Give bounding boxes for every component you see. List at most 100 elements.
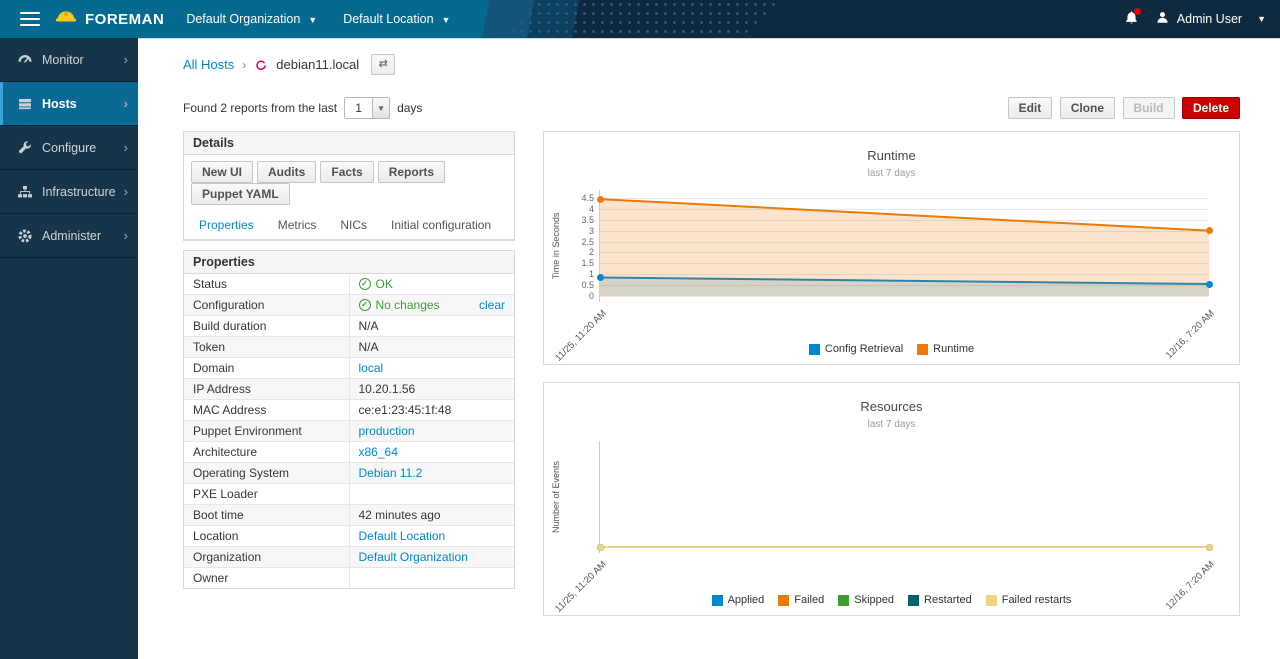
chart-title: Resources — [544, 399, 1239, 414]
legend-item[interactable]: Config Retrieval — [809, 343, 903, 355]
location-dropdown[interactable]: Default Location▼ — [343, 12, 450, 26]
property-row: Owner — [184, 568, 514, 589]
host-switcher-button[interactable]: ⇄ — [371, 54, 395, 75]
tab-metrics[interactable]: Metrics — [267, 211, 328, 239]
resources-chart: Resources last 7 days Number of Events 1… — [543, 382, 1240, 616]
hardhat-icon — [54, 8, 78, 30]
sidebar-item-label: Monitor — [42, 53, 84, 67]
organization-dropdown[interactable]: Default Organization▼ — [186, 12, 317, 26]
sidebar-item-configure[interactable]: Configure› — [0, 126, 138, 170]
reports-button[interactable]: Reports — [378, 161, 445, 183]
tab-properties[interactable]: Properties — [188, 211, 265, 239]
delete-button[interactable]: Delete — [1182, 97, 1240, 119]
property-row: IP Address10.20.1.56 — [184, 379, 514, 400]
audits-button[interactable]: Audits — [257, 161, 316, 183]
property-value: Debian 11.2 — [349, 463, 514, 484]
property-link[interactable]: local — [359, 361, 384, 375]
property-label: Organization — [184, 547, 349, 568]
chevron-right-icon: › — [124, 228, 128, 243]
y-tick-label: 4.5 — [581, 193, 594, 203]
breadcrumb-separator: › — [242, 58, 246, 72]
user-icon — [1155, 10, 1170, 28]
details-buttons: New UIAuditsFactsReports Puppet YAML — [184, 155, 514, 211]
top-navbar: FOREMAN Default Organization▼ Default Lo… — [0, 0, 1280, 38]
user-menu[interactable]: Admin User ▼ — [1155, 10, 1266, 28]
properties-table-body: Status✓OKConfiguration✓No changesclearBu… — [184, 274, 514, 588]
menu-toggle-icon[interactable] — [20, 8, 40, 30]
property-row: Configuration✓No changesclear — [184, 295, 514, 316]
sidebar-item-hosts[interactable]: Hosts› — [0, 82, 138, 126]
property-value: x86_64 — [349, 442, 514, 463]
check-circle-icon: ✓ — [359, 299, 371, 311]
sidebar-item-infrastructure[interactable]: Infrastructure› — [0, 170, 138, 214]
clone-button[interactable]: Clone — [1060, 97, 1115, 119]
property-link[interactable]: Default Location — [359, 529, 446, 543]
tab-initial-configuration[interactable]: Initial configuration — [380, 211, 502, 239]
legend-item[interactable]: Failed restarts — [986, 594, 1072, 606]
tab-nics[interactable]: NICs — [329, 211, 378, 239]
property-value: ce:e1:23:45:1f:48 — [349, 400, 514, 421]
property-row: LocationDefault Location — [184, 526, 514, 547]
x-tick-label: 11/25, 11:20 AM — [553, 308, 609, 364]
property-link[interactable]: Default Organization — [359, 550, 468, 564]
property-label: Build duration — [184, 316, 349, 337]
clear-link[interactable]: clear — [479, 298, 505, 312]
caret-down-icon: ▼ — [442, 15, 451, 25]
chart-subtitle: last 7 days — [544, 168, 1239, 179]
legend-item[interactable]: Restarted — [908, 594, 972, 606]
foreman-logo[interactable]: FOREMAN — [54, 8, 164, 30]
x-tick-label: 11/25, 11:20 AM — [553, 559, 609, 615]
property-label: Puppet Environment — [184, 421, 349, 442]
notification-badge — [1134, 8, 1141, 15]
sidebar-item-administer[interactable]: Administer › — [0, 214, 138, 258]
data-point — [1206, 281, 1213, 288]
y-tick-label: 0 — [589, 291, 594, 301]
chevron-right-icon: › — [124, 140, 128, 155]
chart-legend: Config Retrieval Runtime — [544, 343, 1239, 355]
host-action-buttons: Edit Clone Build Delete — [1005, 97, 1240, 119]
data-point — [597, 274, 604, 281]
runtime-chart: Runtime last 7 days Time in Seconds 00.5… — [543, 131, 1240, 365]
data-point — [597, 544, 604, 551]
legend-item[interactable]: Runtime — [917, 343, 974, 355]
y-tick-label: 3 — [589, 226, 594, 236]
property-row: Operating System Debian 11.2 — [184, 463, 514, 484]
sidebar-item-monitor[interactable]: Monitor › — [0, 38, 138, 82]
reports-count-text: Found 2 reports from the last — [183, 101, 337, 115]
puppet-yaml-button[interactable]: Puppet YAML — [191, 183, 290, 205]
sitemap-icon — [17, 184, 33, 200]
legend-item[interactable]: Skipped — [838, 594, 894, 606]
legend-swatch — [838, 595, 849, 606]
chevron-right-icon: › — [124, 52, 128, 67]
y-axis-label: Number of Events — [551, 461, 561, 533]
details-panel-title: Details — [184, 132, 514, 155]
breadcrumb-host-name: debian11.local — [276, 57, 359, 72]
legend-item[interactable]: Failed — [778, 594, 824, 606]
user-name: Admin User — [1177, 12, 1242, 26]
legend-item[interactable]: Applied — [712, 594, 765, 606]
chart-legend: Applied Failed Skipped Restarted Failed rest… — [544, 594, 1239, 606]
property-label: Operating System — [184, 463, 349, 484]
property-label: Domain — [184, 358, 349, 379]
property-link[interactable]: Debian 11.2 — [359, 466, 423, 480]
properties-panel: Properties Status✓OKConfiguration✓No cha… — [183, 250, 515, 589]
debian-swirl-icon — [254, 58, 268, 72]
caret-down-icon: ▼ — [1257, 14, 1266, 24]
edit-button[interactable]: Edit — [1008, 97, 1053, 119]
legend-swatch — [986, 595, 997, 606]
days-select[interactable]: 1 ▼ — [344, 97, 390, 119]
facts-button[interactable]: Facts — [320, 161, 373, 183]
sidebar-item-label: Hosts — [42, 97, 77, 111]
caret-down-icon: ▼ — [308, 15, 317, 25]
property-link[interactable]: production — [359, 424, 415, 438]
breadcrumb-all-hosts-link[interactable]: All Hosts — [183, 57, 234, 72]
new-ui-button[interactable]: New UI — [191, 161, 253, 183]
property-value — [349, 484, 514, 505]
property-link[interactable]: x86_64 — [359, 445, 398, 459]
legend-swatch — [778, 595, 789, 606]
sidebar-item-label: Administer — [42, 229, 101, 243]
notifications-bell-icon[interactable] — [1124, 10, 1139, 28]
chart-title: Runtime — [544, 148, 1239, 163]
details-panel: Details New UIAuditsFactsReports Puppet Y… — [183, 131, 515, 241]
property-value: 10.20.1.56 — [349, 379, 514, 400]
